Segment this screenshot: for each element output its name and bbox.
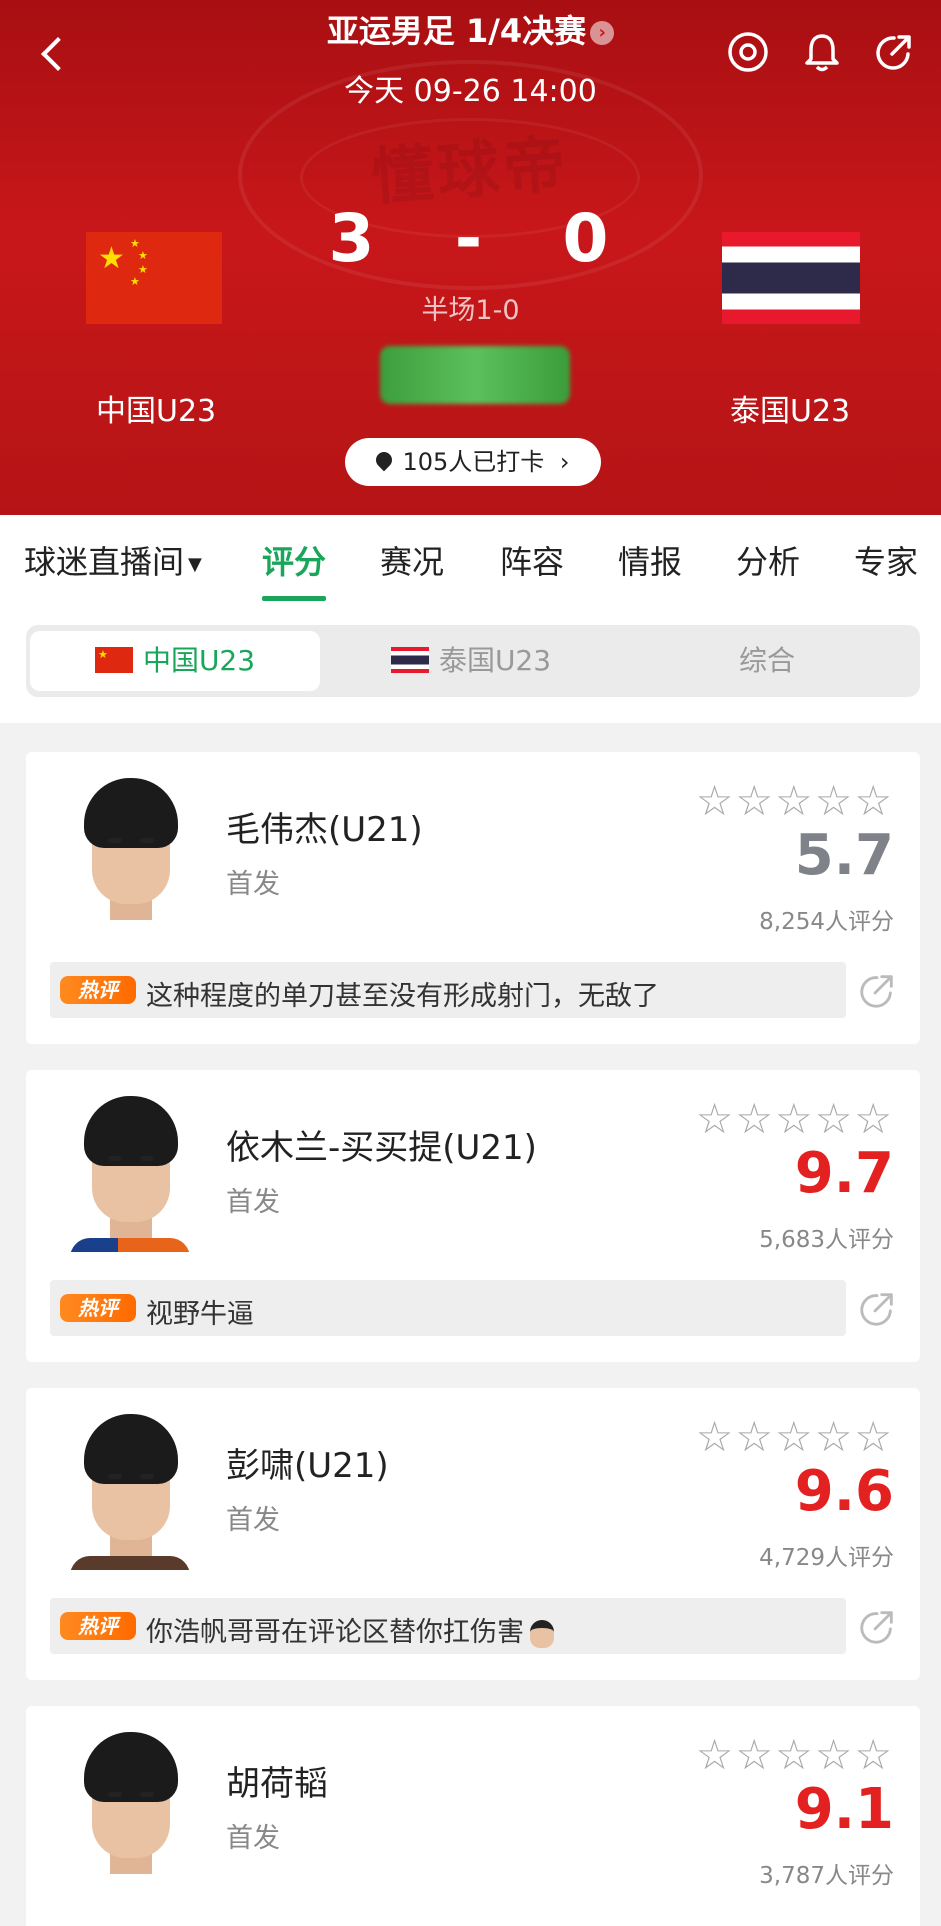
home-team-name[interactable]: 中国U23 bbox=[96, 386, 216, 430]
tab-ratings[interactable]: 评分 bbox=[262, 537, 327, 601]
hot-comment[interactable]: 热评 你浩帆哥哥在评论区替你扛伤害 bbox=[50, 1598, 846, 1654]
caret-down-icon: ▼ bbox=[188, 553, 202, 575]
player-name: 胡荷韬 bbox=[226, 1764, 328, 1804]
player-rating: 5.7 bbox=[794, 823, 894, 888]
tab-experts[interactable]: 专家 bbox=[854, 537, 918, 583]
player-role: 首发 bbox=[226, 1823, 280, 1854]
tab-label: 球迷直播间 bbox=[24, 543, 185, 581]
rating-count: 5,683人评分 bbox=[759, 1227, 894, 1253]
player-card[interactable]: 胡荷韬 首发 ☆☆☆☆☆ 9.1 3,787人评分 bbox=[26, 1706, 920, 1926]
rating-stars[interactable]: ☆☆☆☆☆ bbox=[696, 1416, 894, 1458]
chevron-right-icon: › bbox=[590, 21, 615, 45]
player-name: 彭啸(U21) bbox=[226, 1446, 389, 1486]
thailand-flag-icon bbox=[390, 647, 429, 673]
segment-label: 中国U23 bbox=[142, 644, 256, 677]
player-card[interactable]: 依木兰-买买提(U21) 首发 ☆☆☆☆☆ 9.7 5,683人评分 热评 视野… bbox=[26, 1070, 920, 1362]
rating-stars[interactable]: ☆☆☆☆☆ bbox=[696, 780, 894, 822]
tab-analysis[interactable]: 分析 bbox=[736, 537, 800, 583]
share-icon[interactable] bbox=[856, 1288, 898, 1330]
tab-bar: 球迷直播间 ▼ 评分 赛况 阵容 情报 分析 专家 bbox=[0, 515, 941, 605]
player-rating: 9.6 bbox=[794, 1459, 894, 1524]
checkin-label: 105人已打卡 bbox=[402, 448, 545, 476]
rating-count: 8,254人评分 bbox=[759, 909, 894, 935]
hot-comment-text-body: 你浩帆哥哥在评论区替你扛伤害 bbox=[146, 1617, 524, 1648]
location-pin-icon bbox=[373, 448, 396, 472]
player-role: 首发 bbox=[226, 1187, 280, 1218]
checkin-button[interactable]: 105人已打卡 › bbox=[345, 438, 601, 486]
player-avatar bbox=[70, 1728, 190, 1888]
away-team-name[interactable]: 泰国U23 bbox=[730, 386, 850, 430]
player-avatar bbox=[70, 1092, 190, 1252]
tab-match-events[interactable]: 赛况 bbox=[380, 537, 444, 583]
half-time-score: 半场1-0 bbox=[421, 295, 520, 326]
tab-lineup[interactable]: 阵容 bbox=[500, 537, 564, 583]
player-name: 毛伟杰(U21) bbox=[226, 810, 423, 850]
segment-overall[interactable]: 综合 bbox=[622, 631, 912, 691]
rating-count: 3,787人评分 bbox=[759, 1863, 894, 1889]
hot-comment-text: 这种程度的单刀甚至没有形成射门，无敌了 bbox=[146, 981, 659, 1012]
segment-thailand[interactable]: 泰国U23 bbox=[326, 631, 616, 691]
match-header: 懂球帝 亚运男足 1/4决赛 › 今天 09-26 14:00 ★ ★ ★ ★ ★… bbox=[0, 0, 941, 515]
segment-label: 泰国U23 bbox=[438, 644, 552, 677]
player-card[interactable]: 毛伟杰(U21) 首发 ☆☆☆☆☆ 5.7 8,254人评分 热评 这种程度的单… bbox=[26, 752, 920, 1044]
player-avatar bbox=[70, 1410, 190, 1570]
rating-stars[interactable]: ☆☆☆☆☆ bbox=[696, 1098, 894, 1140]
hot-comment[interactable]: 热评 视野牛逼 bbox=[50, 1280, 846, 1336]
scoreboard: 3 - 0 bbox=[0, 200, 941, 277]
rating-count: 4,729人评分 bbox=[759, 1545, 894, 1571]
hot-comment-badge: 热评 bbox=[60, 976, 136, 1004]
player-avatar bbox=[70, 774, 190, 934]
hot-comment-text: 视野牛逼 bbox=[146, 1299, 254, 1330]
player-role: 首发 bbox=[226, 869, 280, 900]
segment-china[interactable]: 中国U23 bbox=[30, 631, 320, 691]
chevron-right-icon: › bbox=[559, 448, 570, 476]
blurred-banner bbox=[380, 346, 570, 404]
face-emoji-icon bbox=[530, 1619, 554, 1648]
hot-comment[interactable]: 热评 这种程度的单刀甚至没有形成射门，无敌了 bbox=[50, 962, 846, 1018]
team-segment-control: 中国U23 泰国U23 综合 bbox=[26, 625, 920, 697]
share-icon[interactable] bbox=[872, 30, 916, 74]
away-score: 0 bbox=[562, 200, 613, 277]
team-segment-area: 中国U23 泰国U23 综合 bbox=[0, 605, 941, 723]
match-title-text: 亚运男足 1/4决赛 bbox=[326, 12, 587, 50]
home-score: 3 bbox=[328, 200, 379, 277]
rating-stars[interactable]: ☆☆☆☆☆ bbox=[696, 1734, 894, 1776]
share-icon[interactable] bbox=[856, 970, 898, 1012]
hot-comment-text: 你浩帆哥哥在评论区替你扛伤害 bbox=[146, 1610, 554, 1649]
china-flag-icon bbox=[94, 647, 133, 673]
hot-comment-badge: 热评 bbox=[60, 1294, 136, 1322]
player-role: 首发 bbox=[226, 1505, 280, 1536]
bell-icon[interactable] bbox=[800, 30, 844, 74]
player-name: 依木兰-买买提(U21) bbox=[226, 1128, 537, 1168]
target-icon[interactable] bbox=[726, 30, 770, 74]
hot-comment-badge: 热评 bbox=[60, 1612, 136, 1640]
tab-fan-live[interactable]: 球迷直播间 ▼ bbox=[24, 537, 202, 583]
score-separator: - bbox=[454, 200, 487, 277]
player-card[interactable]: 彭啸(U21) 首发 ☆☆☆☆☆ 9.6 4,729人评分 热评 你浩帆哥哥在评… bbox=[26, 1388, 920, 1680]
player-rating: 9.7 bbox=[794, 1141, 894, 1206]
share-icon[interactable] bbox=[856, 1606, 898, 1648]
player-rating: 9.1 bbox=[794, 1777, 894, 1842]
match-page: 懂球帝 亚运男足 1/4决赛 › 今天 09-26 14:00 ★ ★ ★ ★ ★… bbox=[0, 0, 941, 1926]
tab-intel[interactable]: 情报 bbox=[618, 537, 682, 583]
